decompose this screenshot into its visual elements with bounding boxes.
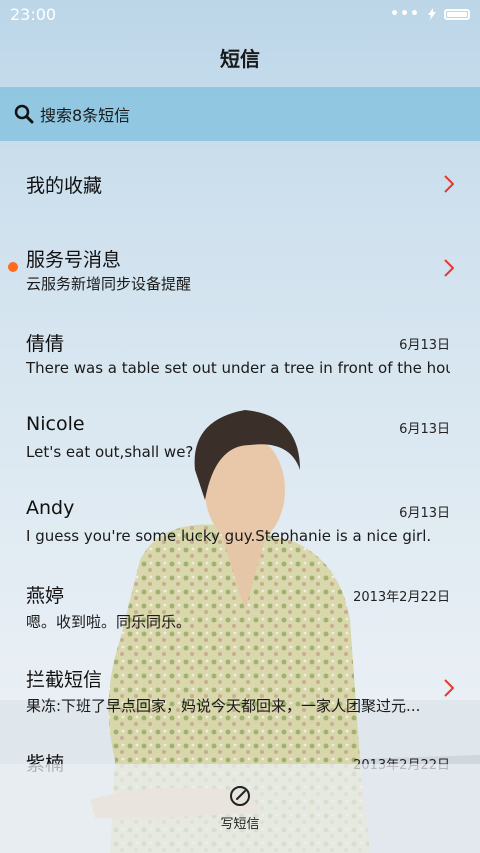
conversation-preview: Let's eat out,shall we? — [26, 443, 194, 461]
battery-icon — [444, 8, 470, 20]
chevron-right-icon — [444, 175, 454, 193]
chevron-right-icon — [444, 679, 454, 697]
charging-icon — [428, 8, 436, 20]
search-label: 搜索8条短信 — [40, 106, 131, 125]
conversation-list: 我的收藏 服务号消息 云服务新增同步设备提醒 倩倩 6月13日 There wa… — [0, 141, 480, 813]
conversation-name: 拦截短信 — [26, 669, 103, 691]
conversation-name: 我的收藏 — [26, 175, 103, 197]
conversation-item-blocked[interactable]: 拦截短信 果冻:下班了早点回家，妈说今天都回来，一家人团聚过元... — [0, 645, 480, 729]
unread-dot — [8, 262, 18, 272]
conversation-preview: 云服务新增同步设备提醒 — [26, 275, 192, 293]
compose-icon — [230, 786, 250, 806]
conversation-preview: I guess you're some lucky guy.Stephanie … — [26, 527, 432, 545]
conversation-item-qianqian[interactable]: 倩倩 6月13日 There was a table set out under… — [0, 309, 480, 393]
page-title: 短信 — [220, 46, 260, 71]
conversation-name: 服务号消息 — [26, 249, 122, 271]
chevron-right-icon — [444, 259, 454, 277]
conversation-item-favorites[interactable]: 我的收藏 — [0, 141, 480, 225]
status-time: 23:00 — [10, 4, 57, 24]
conversation-preview: 嗯。收到啦。同乐同乐。 — [26, 613, 192, 631]
conversation-preview: There was a table set out under a tree i… — [26, 359, 450, 377]
conversation-item-andy[interactable]: Andy 6月13日 I guess you're some lucky guy… — [0, 477, 480, 561]
conversation-name: 倩倩 — [26, 333, 65, 355]
conversation-item-nicole[interactable]: Nicole 6月13日 Let's eat out,shall we? — [0, 393, 480, 477]
signal-dots-icon: ••• — [390, 6, 420, 22]
status-bar: 23:00 ••• — [0, 0, 480, 28]
search-icon — [14, 104, 34, 124]
compose-label: 写短信 — [220, 817, 260, 832]
conversation-item-service[interactable]: 服务号消息 云服务新增同步设备提醒 — [0, 225, 480, 309]
conversation-date: 2013年2月22日 — [353, 590, 450, 605]
conversation-name: Andy — [26, 497, 75, 519]
compose-button[interactable]: 写短信 — [0, 764, 480, 853]
conversation-name: Nicole — [26, 413, 85, 435]
conversation-name: 燕婷 — [26, 585, 65, 607]
search-bar[interactable]: 搜索8条短信 — [0, 87, 480, 141]
conversation-item-yanting[interactable]: 燕婷 2013年2月22日 嗯。收到啦。同乐同乐。 — [0, 561, 480, 645]
conversation-date: 6月13日 — [399, 338, 450, 353]
conversation-date: 6月13日 — [399, 506, 450, 521]
conversation-date: 6月13日 — [399, 422, 450, 437]
conversation-preview: 果冻:下班了早点回家，妈说今天都回来，一家人团聚过元... — [26, 697, 421, 715]
